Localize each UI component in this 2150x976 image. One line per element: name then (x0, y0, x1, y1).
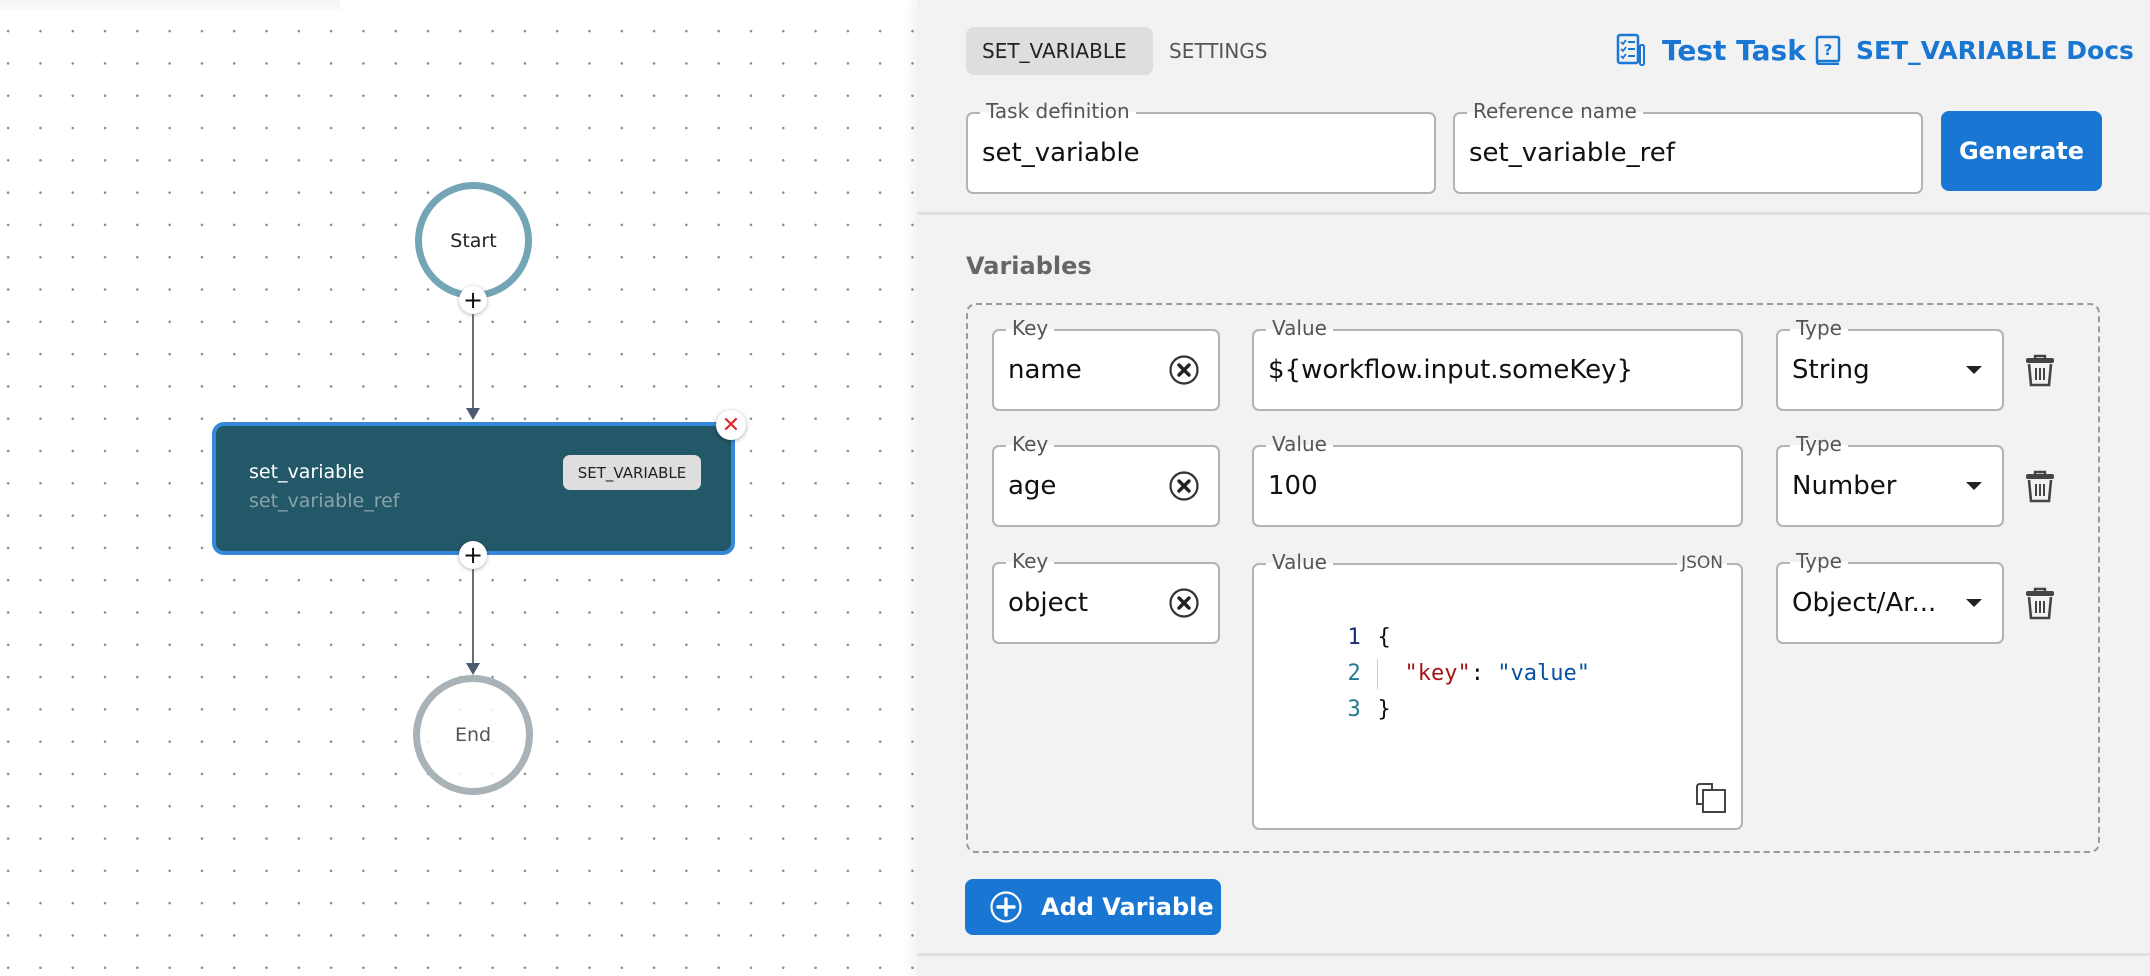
tab-set-variable[interactable]: SET_VARIABLE (966, 27, 1153, 75)
remove-task-button[interactable]: ✕ (716, 410, 746, 440)
reference-name-field[interactable]: Reference name set_variable_ref (1453, 99, 1923, 194)
code-line: 2 "key": "value" (1268, 629, 1590, 689)
variable-json-editor[interactable]: Value JSON 1{ 2 "key": "value" 3} (1252, 550, 1743, 830)
json-value: "value" (1497, 661, 1590, 686)
key-value: age (1008, 471, 1057, 501)
chevron-down-icon (1966, 482, 1982, 490)
delete-variable-icon[interactable] (2025, 586, 2055, 620)
add-variable-button[interactable]: Add Variable (965, 879, 1221, 935)
start-label: Start (450, 229, 497, 252)
canvas-toolbar-strip (0, 0, 340, 10)
type-value: String (1792, 355, 1870, 385)
workflow-canvas[interactable]: Start + set_variable set_variable_ref SE… (0, 0, 917, 976)
key-value: object (1008, 588, 1089, 618)
delete-variable-icon[interactable] (2025, 469, 2055, 503)
task-node-name: set_variable (249, 461, 365, 483)
code-line: 1{ (1268, 593, 1390, 650)
variable-value-field[interactable]: Value 100 (1252, 432, 1743, 527)
delete-variable-icon[interactable] (2025, 353, 2055, 387)
variable-value-field[interactable]: Value ${workflow.input.someKey} (1252, 316, 1743, 411)
arrow-head-icon (466, 663, 480, 675)
copy-icon[interactable] (1695, 782, 1727, 814)
task-node-reference: set_variable_ref (249, 490, 400, 512)
plus-icon: + (462, 541, 484, 569)
variable-key-field[interactable]: Key age (992, 432, 1220, 527)
code-text: } (1377, 697, 1391, 722)
code-line: 3} (1268, 665, 1390, 722)
chevron-down-icon (1966, 366, 1982, 374)
variable-key-field[interactable]: Key object (992, 549, 1220, 644)
json-separator: : (1470, 661, 1498, 686)
add-task-after-set-variable-button[interactable]: + (459, 541, 487, 569)
json-mode-label: JSON (1677, 552, 1727, 574)
docs-link[interactable]: ? SET_VARIABLE Docs (1814, 32, 2134, 68)
task-definition-field[interactable]: Task definition set_variable (966, 99, 1436, 194)
section-divider (917, 212, 2150, 215)
arrow-head-icon (466, 408, 480, 420)
start-node[interactable]: Start (415, 182, 532, 299)
json-key: "key" (1404, 661, 1471, 686)
checklist-icon (1616, 33, 1645, 66)
value-text: 100 (1268, 471, 1318, 501)
line-number: 3 (1347, 697, 1361, 722)
help-book-icon: ? (1815, 35, 1841, 65)
key-value: name (1008, 355, 1082, 385)
task-node-set-variable[interactable]: set_variable set_variable_ref SET_VARIAB… (212, 422, 735, 555)
variable-type-select[interactable]: Type Number (1776, 432, 2004, 527)
task-definition-value: set_variable (982, 138, 1140, 168)
chevron-down-icon (1966, 599, 1982, 607)
variable-key-field[interactable]: Key name (992, 316, 1220, 411)
tab-settings[interactable]: SETTINGS (1153, 27, 1283, 75)
close-icon: ✕ (721, 412, 741, 438)
test-task-label: Test Task (1662, 33, 1806, 67)
add-task-after-start-button[interactable]: + (459, 286, 487, 314)
svg-text:?: ? (1824, 41, 1833, 59)
add-variable-label: Add Variable (1041, 893, 1214, 921)
section-divider (917, 953, 2150, 956)
end-label: End (454, 724, 492, 746)
add-circle-icon (990, 891, 1022, 923)
value-label: Value (1266, 550, 1333, 574)
variable-type-select[interactable]: Type String (1776, 316, 2004, 411)
edge-task-to-end (472, 569, 474, 665)
task-type-badge: SET_VARIABLE (563, 455, 701, 490)
clear-key-icon[interactable] (1168, 587, 1200, 619)
reference-name-value: set_variable_ref (1469, 138, 1675, 168)
generate-button[interactable]: Generate (1941, 111, 2102, 191)
task-config-panel: SET_VARIABLE SETTINGS Test Task ? SET_VA… (917, 0, 2150, 976)
value-text: ${workflow.input.someKey} (1268, 355, 1634, 385)
variable-type-select[interactable]: Type Object/Ar... (1776, 549, 2004, 644)
end-node[interactable]: End (413, 675, 533, 795)
type-value: Object/Ar... (1792, 588, 1937, 618)
clear-key-icon[interactable] (1168, 470, 1200, 502)
docs-label: SET_VARIABLE Docs (1856, 35, 2134, 65)
variables-heading: Variables (966, 252, 1092, 280)
clear-key-icon[interactable] (1168, 354, 1200, 386)
edge-start-to-task (472, 314, 474, 410)
test-task-link[interactable]: Test Task (1616, 32, 1806, 68)
plus-icon: + (462, 286, 484, 314)
type-value: Number (1792, 471, 1897, 501)
